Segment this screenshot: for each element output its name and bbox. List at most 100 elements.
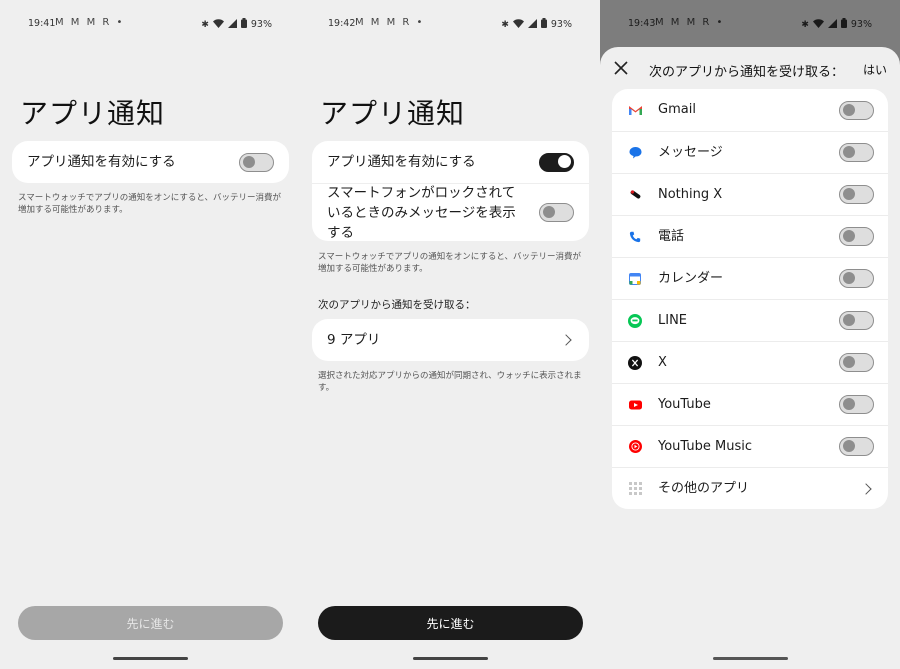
calendar-icon — [628, 272, 642, 286]
status-time: 19:42 — [328, 18, 356, 29]
app-name: Nothing X — [658, 186, 723, 202]
app-row-calendar[interactable]: カレンダー — [612, 257, 888, 299]
signal-icon — [827, 18, 837, 31]
app-toggle[interactable] — [839, 227, 874, 246]
nothing-x-icon — [628, 188, 642, 202]
system-icons: ✱ 93% — [201, 18, 272, 31]
toggle-knob — [243, 155, 255, 168]
app-toggle[interactable] — [839, 143, 874, 162]
wifi-icon — [212, 18, 224, 31]
youtube-music-icon — [628, 440, 642, 454]
signal-icon — [527, 18, 537, 31]
other-apps-label: その他のアプリ — [658, 480, 750, 496]
toggle-knob — [558, 155, 571, 168]
notification-icons: M M M R • — [655, 17, 725, 28]
toggle-knob — [843, 272, 855, 284]
battery-percent: 93% — [550, 19, 572, 30]
toggle-knob — [843, 188, 855, 200]
status-bar: 19:42 M M M R • ✱ 93% — [300, 0, 600, 46]
enable-notifications-label: アプリ通知を有効にする — [327, 154, 476, 170]
wifi-icon — [812, 18, 824, 31]
grid-icon — [628, 482, 642, 496]
status-time: 19:41 — [28, 18, 56, 29]
enable-notifications-toggle[interactable] — [539, 152, 574, 172]
app-toggle[interactable] — [839, 353, 874, 372]
app-name: YouTube — [658, 396, 711, 412]
app-row-youtube[interactable]: YouTube — [612, 383, 888, 425]
app-toggle[interactable] — [839, 311, 874, 330]
battery-percent: 93% — [250, 19, 272, 30]
app-row-line[interactable]: LINE — [612, 299, 888, 341]
lock-only-row[interactable]: スマートフォンがロックされているときのみメッセージを表示する — [312, 183, 589, 241]
enable-card: アプリ通知を有効にする — [12, 141, 289, 183]
youtube-icon — [628, 398, 642, 412]
screen-app-picker: 19:43 M M M R • ✱ 93% 次のアプリから通知を受け取る： はい… — [600, 0, 900, 669]
continue-button[interactable]: 先に進む — [318, 606, 583, 640]
sheet-header: 次のアプリから通知を受け取る： はい — [600, 47, 900, 91]
app-row-gmail[interactable]: Gmail — [612, 89, 888, 131]
app-row-messages[interactable]: メッセージ — [612, 131, 888, 173]
x-icon — [628, 355, 642, 370]
app-name: YouTube Music — [658, 438, 752, 454]
apps-card: 9 アプリ — [312, 319, 589, 361]
apps-selector-row[interactable]: 9 アプリ — [312, 319, 589, 361]
line-icon — [628, 313, 642, 328]
app-toggle[interactable] — [839, 269, 874, 288]
app-name: カレンダー — [658, 270, 724, 286]
app-name: 電話 — [658, 228, 685, 244]
phone-icon — [628, 230, 642, 244]
app-row-phone[interactable]: 電話 — [612, 215, 888, 257]
other-apps-row[interactable]: その他のアプリ — [612, 467, 888, 509]
enable-notifications-toggle[interactable] — [239, 152, 274, 172]
app-name: LINE — [658, 312, 688, 328]
continue-button[interactable]: 先に進む — [18, 606, 283, 640]
app-row-x[interactable]: X — [612, 341, 888, 383]
enable-card: アプリ通知を有効にする スマートフォンがロックされているときのみメッセージを表示… — [312, 141, 589, 241]
status-time: 19:43 — [628, 18, 656, 29]
battery-icon — [540, 18, 547, 31]
battery-note: スマートウォッチでアプリの通知をオンにすると、バッテリー消費が増加する可能性があ… — [18, 193, 281, 215]
apps-count: 9 アプリ — [327, 332, 381, 348]
notification-icons: M M M R • — [355, 17, 425, 28]
home-indicator[interactable] — [713, 657, 788, 660]
bluetooth-icon: ✱ — [501, 19, 509, 30]
app-toggle[interactable] — [839, 185, 874, 204]
signal-icon — [227, 18, 237, 31]
app-toggle[interactable] — [839, 395, 874, 414]
app-name: メッセージ — [658, 144, 723, 160]
notification-icons: M M M R • — [55, 17, 125, 28]
home-indicator[interactable] — [113, 657, 188, 660]
close-icon[interactable] — [612, 59, 630, 77]
toggle-knob — [843, 440, 855, 452]
enable-notifications-row[interactable]: アプリ通知を有効にする — [312, 141, 589, 183]
sheet-title: 次のアプリから通知を受け取る： — [649, 65, 845, 80]
enable-notifications-row[interactable]: アプリ通知を有効にする — [12, 141, 289, 183]
messages-icon — [628, 146, 642, 160]
battery-percent: 93% — [850, 19, 872, 30]
toggle-knob — [843, 230, 855, 242]
lock-only-toggle[interactable] — [539, 203, 574, 222]
app-row-youtube-music[interactable]: YouTube Music — [612, 425, 888, 467]
app-list: Gmail メッセージ Nothing X 電話 カレンダー LINE X Yo… — [612, 89, 888, 509]
enable-notifications-label: アプリ通知を有効にする — [27, 154, 176, 170]
toggle-knob — [543, 206, 555, 218]
app-toggle[interactable] — [839, 100, 874, 120]
system-icons: ✱ 93% — [501, 18, 572, 31]
lock-only-label: スマートフォンがロックされているときのみメッセージを表示する — [327, 184, 516, 241]
toggle-knob — [843, 103, 855, 116]
status-bar: 19:43 M M M R • ✱ 93% — [600, 0, 900, 46]
wifi-icon — [512, 18, 524, 31]
app-name: X — [658, 354, 667, 370]
page-title: アプリ通知 — [320, 97, 466, 130]
confirm-button[interactable]: はい — [863, 61, 887, 78]
app-row-nothing-x[interactable]: Nothing X — [612, 173, 888, 215]
gmail-icon — [628, 103, 642, 117]
battery-icon — [840, 18, 847, 31]
chevron-right-icon — [860, 482, 872, 495]
bluetooth-icon: ✱ — [801, 19, 809, 30]
home-indicator[interactable] — [413, 657, 488, 660]
sync-note: 選択された対応アプリからの通知が同期され、ウォッチに表示されます。 — [318, 371, 582, 393]
toggle-knob — [843, 356, 855, 368]
system-icons: ✱ 93% — [801, 18, 872, 31]
app-toggle[interactable] — [839, 437, 874, 456]
